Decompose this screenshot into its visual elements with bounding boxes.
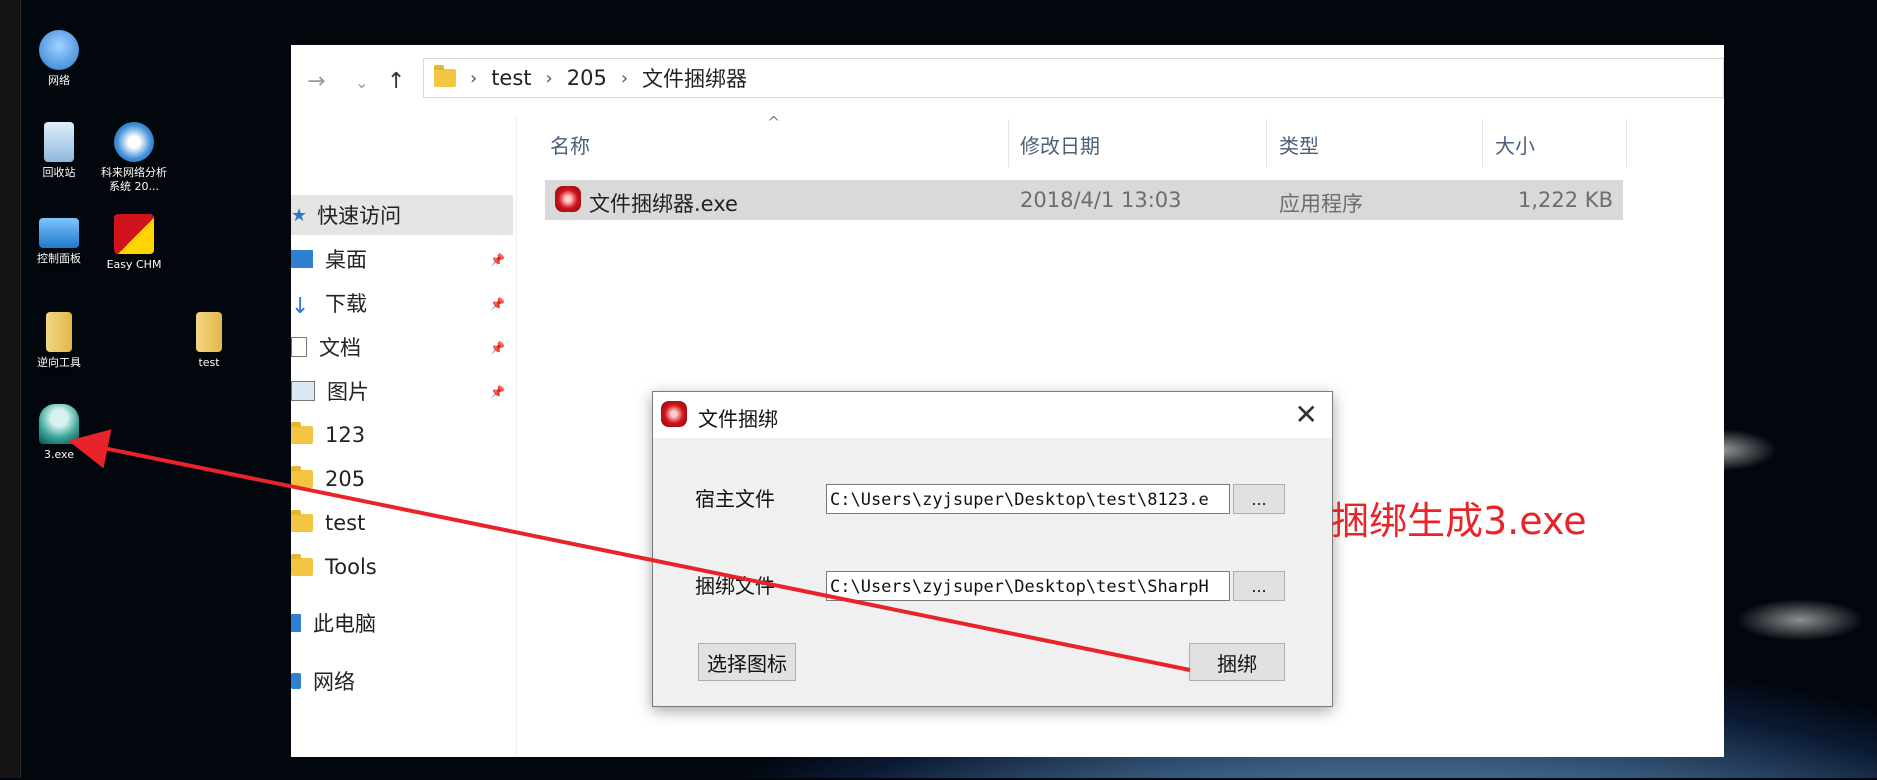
annotation-arrow [68, 429, 1191, 672]
